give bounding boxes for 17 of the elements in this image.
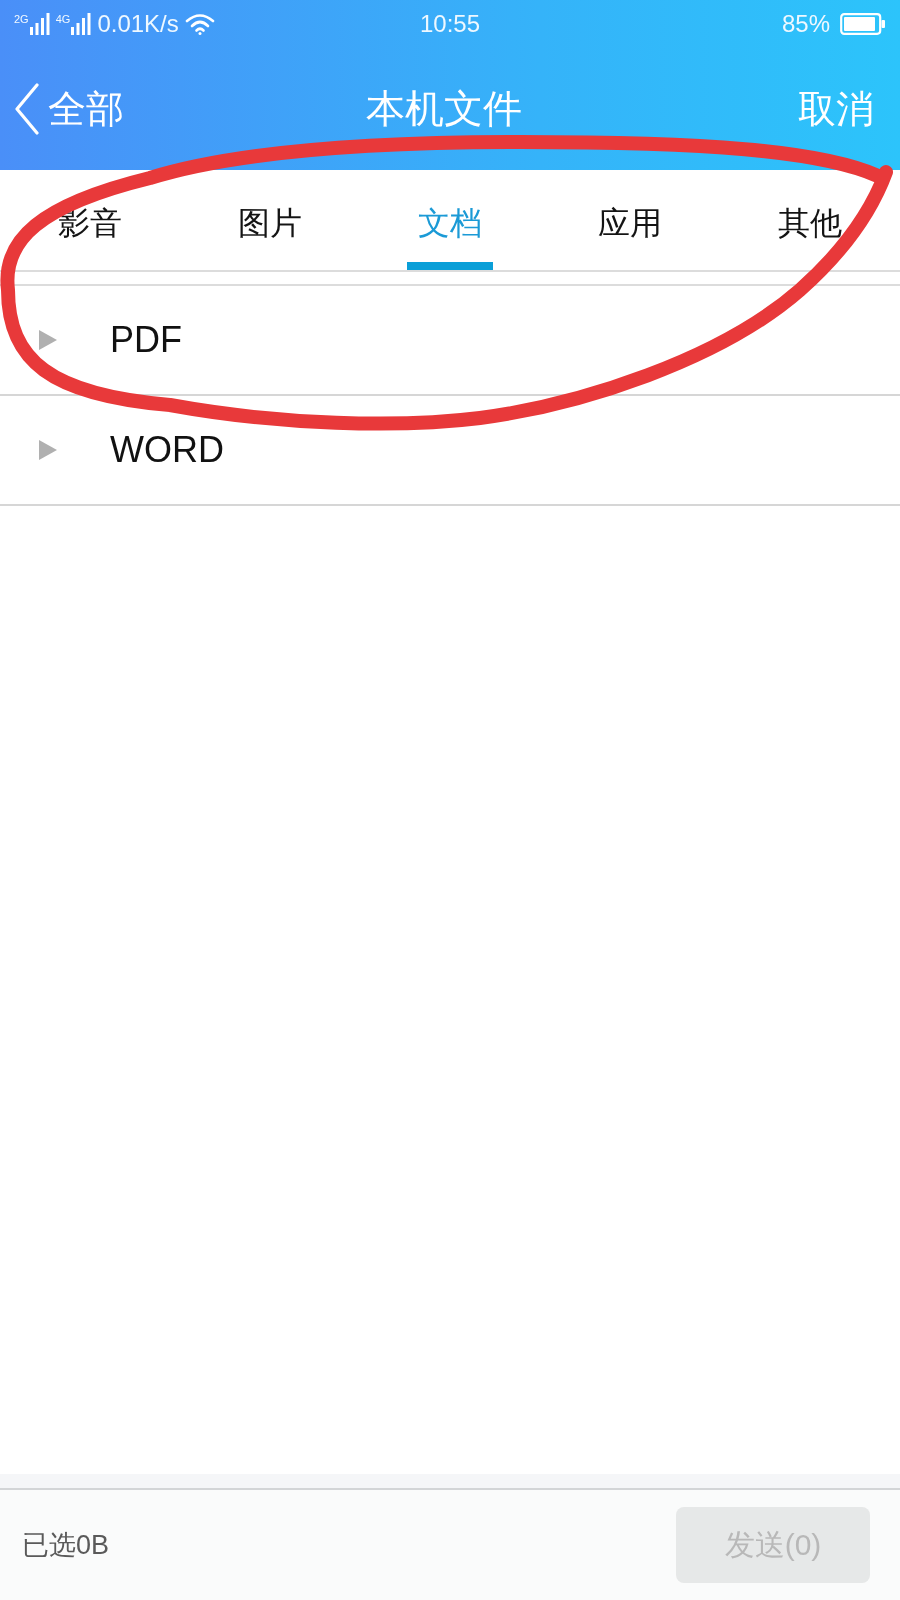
tab[interactable]: 其他: [720, 170, 900, 270]
tab[interactable]: 应用: [540, 170, 720, 270]
file-group-row[interactable]: WORD: [0, 396, 900, 506]
network-speed-text: 0.01K/s: [97, 10, 179, 38]
back-chevron-icon: [14, 83, 40, 135]
signal-icon: [71, 13, 92, 35]
network-type-label: 2G: [14, 13, 29, 25]
selected-size-text: 已选0B: [22, 1529, 110, 1562]
file-group-row[interactable]: PDF: [0, 286, 900, 396]
wifi-icon: [184, 13, 215, 35]
network-type-label: 4G: [55, 13, 71, 25]
battery-icon: [840, 13, 886, 35]
clock-time: 10:55: [419, 10, 481, 38]
tab[interactable]: 图片: [180, 170, 360, 270]
signal-icon: [29, 13, 50, 35]
battery-percent-text: 85%: [781, 10, 830, 38]
page-title: 本机文件: [366, 86, 522, 132]
